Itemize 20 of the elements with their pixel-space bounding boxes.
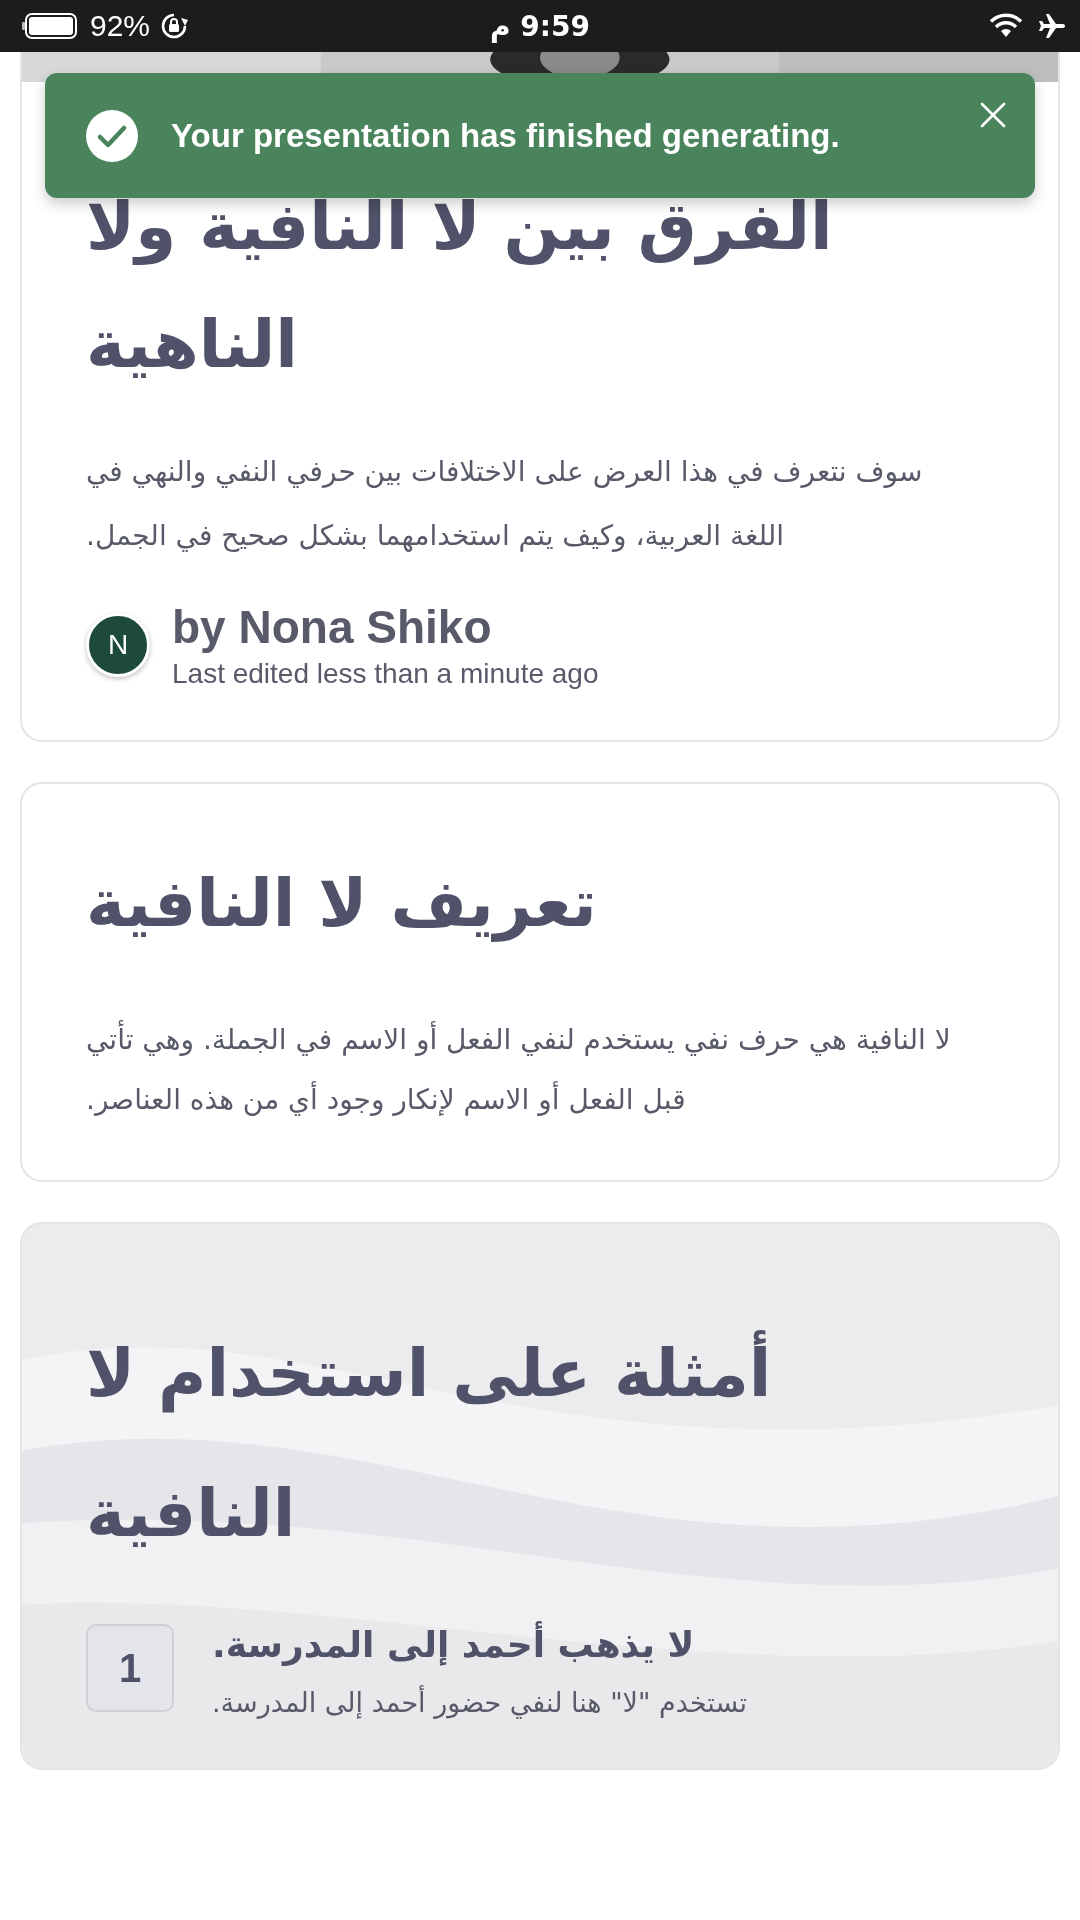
example-text: تستخدم "لا" هنا لنفي حضور أحمد إلى المدرسة.: [212, 1687, 748, 1718]
clock: 9:59 م: [490, 9, 590, 43]
rotation-lock-icon: [160, 12, 189, 40]
slide-text: لا النافية هي حرف نفي يستخدم لنفي الفعل أو الاسم في الجملة. وهي تأتي قبل الفعل أو الاسم لإنكار وجود أي من هذه العناصر.: [86, 1010, 994, 1130]
edit-time: Last edited less than a minute ago: [172, 658, 599, 690]
slide-card[interactable]: تعريف لا النافية لا النافية هي حرف نفي يستخدم لنفي الفعل أو الاسم في الجملة. وهي تأتي قبل الفعل أو الاسم لإنكار وجود أي من هذه العناصر.: [20, 782, 1060, 1182]
slide-text: سوف نتعرف في هذا العرض على الاختلافات بين حرفي النفي والنهي في اللغة العربية، وكيف يتم استخدامهما بشكل صحيح في الجمل.: [86, 454, 924, 554]
slide-title: أمثلة على استخدام لا النافية: [86, 1304, 806, 1584]
check-icon: [85, 108, 139, 163]
number-box: 1: [86, 1624, 174, 1712]
slide-title: تعريف لا النافية: [86, 864, 598, 944]
slide-title: الفرق بين لا النافية ولا الناهية: [86, 187, 834, 385]
airplane-icon: [1038, 12, 1066, 40]
avatar: N: [86, 613, 150, 677]
wifi-icon: [990, 13, 1022, 39]
close-icon[interactable]: [979, 101, 1007, 129]
battery-icon: [22, 12, 80, 40]
battery-percent: 92%: [90, 9, 151, 43]
toast-message: Your presentation has finished generating.: [171, 116, 841, 155]
author-name: by Nona Shiko: [172, 600, 493, 654]
